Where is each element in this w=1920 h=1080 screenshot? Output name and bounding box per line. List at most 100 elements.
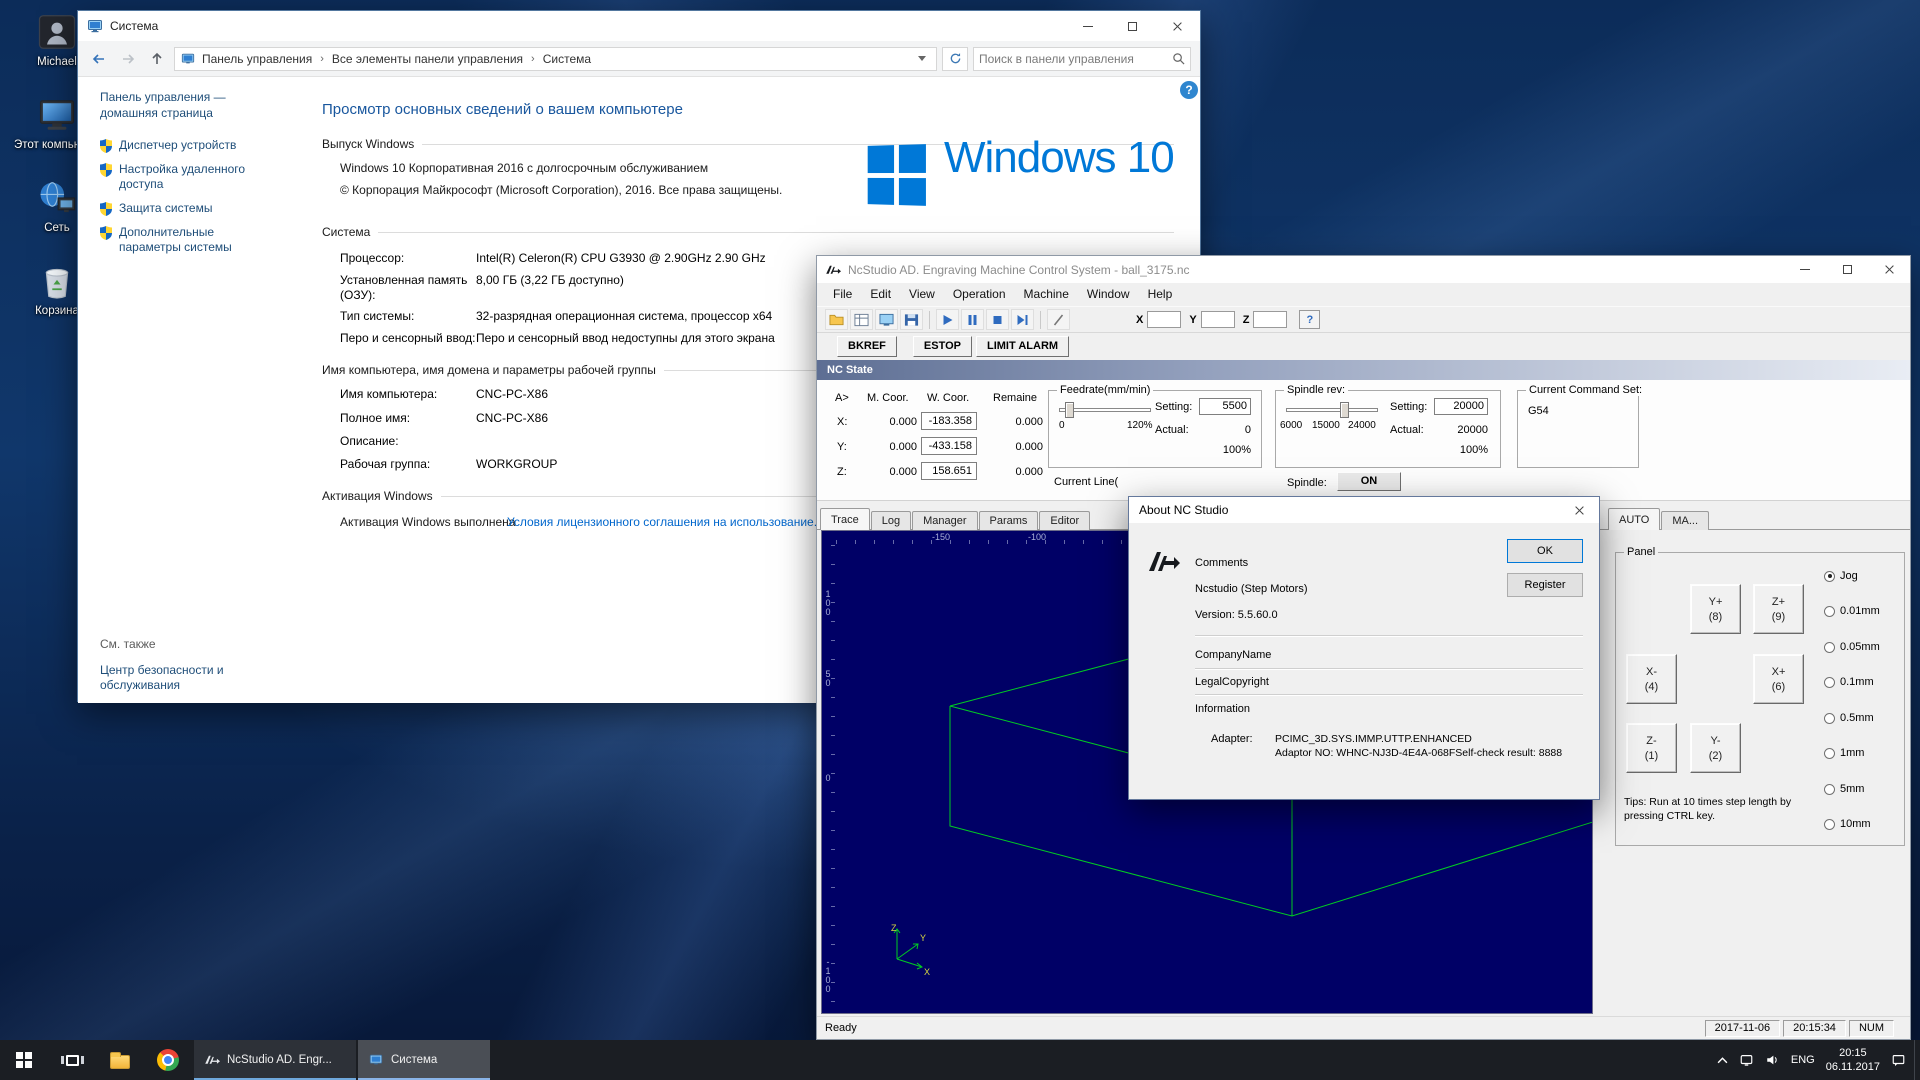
license-terms-link[interactable]: Условия лицензионного соглашения на испо… (507, 515, 824, 529)
breadcrumb-control-panel[interactable]: Панель управления (197, 52, 317, 66)
tab-editor[interactable]: Editor (1039, 511, 1090, 530)
sidebar-item-security-center[interactable]: Центр безопасности и обслуживания (100, 663, 250, 693)
address-dropdown-icon[interactable] (918, 56, 926, 61)
task-view-button[interactable] (48, 1040, 96, 1080)
tab-log[interactable]: Log (871, 511, 911, 530)
system-section-header: Система (322, 225, 1174, 239)
sidebar-item-home[interactable]: Панель управления — домашняя страница (100, 89, 262, 121)
register-button[interactable]: Register (1507, 573, 1583, 597)
x-remained: 0.000 (985, 416, 1043, 428)
spindle-on-button[interactable]: ON (1337, 472, 1401, 491)
ncstudio-titlebar[interactable]: NcStudio AD. Engraving Machine Control S… (817, 256, 1910, 283)
search-input[interactable] (979, 52, 1172, 66)
windows-logo-icon (16, 1052, 32, 1068)
step-option-10[interactable]: 10mm (1824, 818, 1871, 830)
tab-manual[interactable]: MA... (1661, 511, 1709, 530)
x-input[interactable] (1147, 311, 1181, 328)
close-icon[interactable] (1559, 497, 1599, 523)
file-explorer-button[interactable] (96, 1040, 144, 1080)
menu-operation[interactable]: Operation (944, 283, 1015, 306)
chrome-button[interactable] (144, 1040, 192, 1080)
close-button[interactable] (1155, 11, 1200, 41)
sidebar-item-device-manager[interactable]: Диспетчер устройств (100, 138, 278, 153)
step-option-05[interactable]: 0.5mm (1824, 712, 1874, 724)
menu-edit[interactable]: Edit (861, 283, 900, 306)
jog-y-plus-button[interactable]: Y+(8) (1690, 584, 1741, 634)
sidebar-item-system-protection[interactable]: Защита системы (100, 201, 278, 216)
taskbar-task-system[interactable]: Система (358, 1040, 490, 1080)
menu-file[interactable]: File (824, 283, 861, 306)
breadcrumb-system[interactable]: Система (538, 52, 596, 66)
y-input[interactable] (1201, 311, 1235, 328)
tab-auto[interactable]: AUTO (1608, 508, 1660, 530)
start-button[interactable] (0, 1040, 48, 1080)
jog-x-plus-button[interactable]: X+(6) (1753, 654, 1804, 704)
view-grid-icon[interactable] (850, 309, 873, 330)
up-button[interactable] (145, 47, 169, 71)
page-title: Просмотр основных сведений о вашем компь… (322, 101, 683, 118)
radio-icon (1824, 748, 1835, 759)
show-desktop-button[interactable] (1914, 1040, 1920, 1080)
menu-help[interactable]: Help (1139, 283, 1182, 306)
tool-slash-icon[interactable] (1047, 309, 1070, 330)
z-input[interactable] (1253, 311, 1287, 328)
minimize-button[interactable] (1784, 256, 1826, 283)
ok-button[interactable]: OK (1507, 539, 1583, 563)
breadcrumb-all-items[interactable]: Все элементы панели управления (327, 52, 528, 66)
close-button[interactable] (1868, 256, 1910, 283)
back-button[interactable] (87, 47, 111, 71)
help-icon[interactable] (1180, 81, 1198, 99)
forward-button[interactable] (116, 47, 140, 71)
menu-view[interactable]: View (900, 283, 944, 306)
clock[interactable]: 20:15 06.11.2017 (1826, 1046, 1880, 1074)
volume-icon[interactable] (1765, 1053, 1780, 1067)
hardware-tray-icon[interactable] (1739, 1053, 1754, 1067)
start-program-icon[interactable] (936, 309, 959, 330)
jog-x-minus-button[interactable]: X-(4) (1626, 654, 1677, 704)
sidebar-item-advanced-settings[interactable]: Дополнительные параметры системы (100, 225, 278, 255)
jog-z-plus-button[interactable]: Z+(9) (1753, 584, 1804, 634)
coord-col-machine: M. Coor. (867, 392, 909, 404)
maximize-button[interactable] (1110, 11, 1155, 41)
spindle-slider-thumb[interactable] (1340, 402, 1349, 418)
feedrate-slider-thumb[interactable] (1065, 402, 1074, 418)
tab-params[interactable]: Params (979, 511, 1039, 530)
menu-machine[interactable]: Machine (1015, 283, 1078, 306)
step-option-5[interactable]: 5mm (1824, 783, 1864, 795)
step-forward-icon[interactable] (1011, 309, 1034, 330)
screen-icon[interactable] (875, 309, 898, 330)
step-option-01[interactable]: 0.1mm (1824, 676, 1874, 688)
tab-trace[interactable]: Trace (820, 508, 870, 530)
language-indicator[interactable]: ENG (1791, 1054, 1815, 1066)
system-titlebar[interactable]: Система (78, 11, 1200, 41)
feedrate-setting-input[interactable]: 5500 (1199, 398, 1251, 415)
tab-manager[interactable]: Manager (912, 511, 977, 530)
jog-z-minus-button[interactable]: Z-(1) (1626, 723, 1677, 773)
open-file-icon[interactable] (825, 309, 848, 330)
pause-program-icon[interactable] (961, 309, 984, 330)
step-option-005[interactable]: 0.05mm (1824, 641, 1880, 653)
taskbar-task-ncstudio[interactable]: NcStudio AD. Engr... (194, 1040, 356, 1080)
stop-program-icon[interactable] (986, 309, 1009, 330)
save-icon[interactable] (900, 309, 923, 330)
step-option-1[interactable]: 1mm (1824, 747, 1864, 759)
spindle-slider[interactable] (1286, 408, 1378, 412)
step-option-001[interactable]: 0.01mm (1824, 605, 1880, 617)
context-help-icon[interactable] (1299, 310, 1320, 329)
maximize-button[interactable] (1826, 256, 1868, 283)
about-titlebar[interactable]: About NC Studio (1129, 497, 1599, 523)
windows-flag-logo (868, 144, 926, 206)
menu-window[interactable]: Window (1078, 283, 1139, 306)
sidebar-item-remote-access[interactable]: Настройка удаленного доступа (100, 162, 278, 192)
feedrate-actual: 0 (1199, 424, 1251, 436)
refresh-button[interactable] (942, 47, 968, 71)
action-center-icon[interactable] (1891, 1053, 1906, 1067)
limit-alarm-button[interactable]: LIMIT ALARM (976, 336, 1069, 357)
tray-expand-icon[interactable] (1717, 1057, 1728, 1064)
bkref-button[interactable]: BKREF (837, 336, 897, 357)
spindle-setting-input[interactable]: 20000 (1434, 398, 1488, 415)
estop-button[interactable]: ESTOP (913, 336, 972, 357)
minimize-button[interactable] (1065, 11, 1110, 41)
step-option-jog[interactable]: Jog (1824, 570, 1858, 582)
jog-y-minus-button[interactable]: Y-(2) (1690, 723, 1741, 773)
